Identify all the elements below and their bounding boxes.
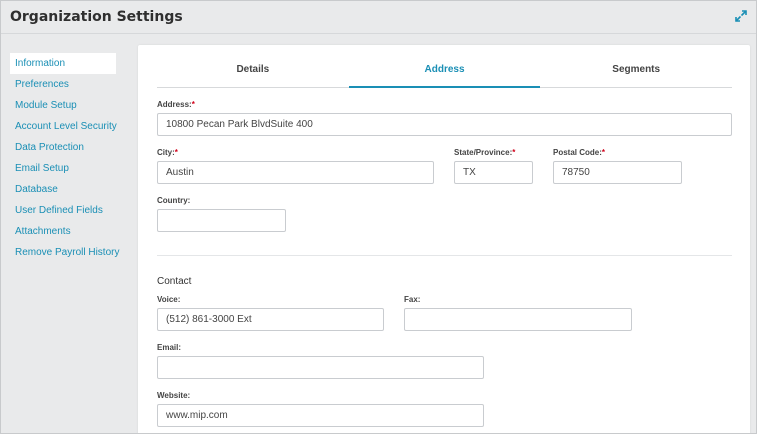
state-label: State/Province:* xyxy=(454,148,515,157)
contact-section-title: Contact xyxy=(157,276,192,287)
country-label: Country: xyxy=(157,196,191,205)
page-title: Organization Settings xyxy=(10,9,183,25)
required-marker: * xyxy=(512,148,516,157)
state-label-text: State/Province: xyxy=(454,148,513,157)
tab-bar: Details Address Segments xyxy=(157,58,732,88)
postal-code-label-text: Postal Code: xyxy=(553,148,602,157)
required-marker: * xyxy=(601,148,606,157)
fax-input[interactable] xyxy=(404,308,632,331)
sidebar-item-module-setup[interactable]: Module Setup xyxy=(10,95,116,116)
sidebar-item-account-level-security[interactable]: Account Level Security xyxy=(10,116,117,137)
address-input[interactable] xyxy=(157,113,732,136)
tab-details[interactable]: Details xyxy=(157,58,349,87)
settings-panel: Details Address Segments Address:* City:… xyxy=(138,45,750,433)
city-input[interactable] xyxy=(157,161,434,184)
title-bar: Organization Settings xyxy=(1,1,756,34)
website-label: Website: xyxy=(157,391,191,400)
address-label-text: Address: xyxy=(157,100,192,109)
website-input[interactable] xyxy=(157,404,484,427)
required-marker: * xyxy=(191,100,195,109)
section-divider xyxy=(157,255,732,256)
city-label-text: City: xyxy=(157,148,175,157)
tab-segments[interactable]: Segments xyxy=(540,58,732,87)
sidebar-item-remove-payroll-history[interactable]: Remove Payroll History xyxy=(10,242,119,263)
tab-address[interactable]: Address xyxy=(348,58,541,88)
state-input[interactable] xyxy=(454,161,533,184)
email-input[interactable] xyxy=(157,356,484,379)
required-marker: * xyxy=(174,148,178,157)
sidebar-item-preferences[interactable]: Preferences xyxy=(10,74,116,95)
sidebar-item-data-protection[interactable]: Data Protection xyxy=(10,137,116,158)
email-label: Email: xyxy=(157,343,182,352)
organization-settings-window: Organization Settings Information Prefer… xyxy=(0,0,757,434)
sidebar-item-information[interactable]: Information xyxy=(10,53,116,74)
address-label: Address:* xyxy=(157,100,195,109)
country-input[interactable] xyxy=(157,209,286,232)
sidebar-item-user-defined-fields[interactable]: User Defined Fields xyxy=(10,200,116,221)
sidebar-item-email-setup[interactable]: Email Setup xyxy=(10,158,116,179)
sidebar-item-attachments[interactable]: Attachments xyxy=(10,221,116,242)
voice-label: Voice: xyxy=(157,295,181,304)
expand-icon[interactable] xyxy=(734,9,748,23)
fax-label: Fax: xyxy=(404,295,421,304)
city-label: City:* xyxy=(157,148,178,157)
postal-code-input[interactable] xyxy=(553,161,682,184)
sidebar-item-database[interactable]: Database xyxy=(10,179,116,200)
postal-code-label: Postal Code:* xyxy=(553,148,605,157)
sidebar-nav: Information Preferences Module Setup Acc… xyxy=(10,53,119,263)
voice-input[interactable] xyxy=(157,308,384,331)
